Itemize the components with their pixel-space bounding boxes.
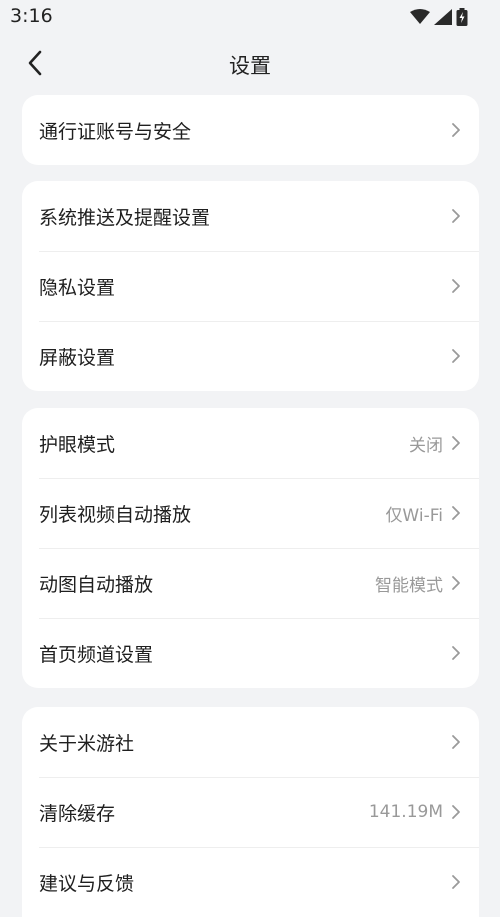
setting-row-feedback[interactable]: 建议与反馈 [22,847,479,917]
setting-row-video-autoplay[interactable]: 列表视频自动播放 仅Wi-Fi [22,478,479,548]
setting-label: 隐私设置 [39,276,116,299]
row-right [449,644,463,662]
settings-group-about: 关于米游社 清除缓存 141.19M 建议与反馈 [22,707,479,917]
setting-row-push-reminders[interactable]: 系统推送及提醒设置 [22,181,479,251]
setting-value: 智能模式 [375,575,443,596]
setting-label: 护眼模式 [39,433,116,456]
nav-bar: 设置 [0,38,500,90]
chevron-right-icon [449,207,463,225]
row-right: 仅Wi-Fi [385,501,463,526]
chevron-right-icon [449,644,463,662]
chevron-right-icon [449,803,463,821]
setting-label: 通行证账号与安全 [39,120,192,143]
row-right [449,277,463,295]
setting-row-privacy[interactable]: 隐私设置 [22,251,479,321]
row-right: 智能模式 [375,571,463,596]
status-bar: 3:16 [0,0,500,34]
setting-row-home-channels[interactable]: 首页频道设置 [22,618,479,688]
row-right: 141.19M [369,802,463,822]
row-right [449,733,463,751]
page-title: 设置 [229,54,271,78]
row-right [449,207,463,225]
row-right [449,873,463,891]
row-right: 关闭 [409,431,463,456]
setting-label: 屏蔽设置 [39,346,116,369]
row-right [449,347,463,365]
status-icons [410,8,468,30]
chevron-right-icon [449,434,463,452]
setting-label: 系统推送及提醒设置 [39,206,211,229]
chevron-right-icon [449,347,463,365]
settings-group-account: 通行证账号与安全 [22,95,479,165]
setting-value: 仅Wi-Fi [385,505,443,526]
chevron-right-icon [449,574,463,592]
chevron-right-icon [449,121,463,139]
wifi-icon [410,9,430,29]
setting-row-eye-care[interactable]: 护眼模式 关闭 [22,408,479,478]
chevron-right-icon [449,504,463,522]
chevron-right-icon [449,277,463,295]
setting-label: 清除缓存 [39,802,116,825]
chevron-right-icon [449,873,463,891]
settings-group-notifications: 系统推送及提醒设置 隐私设置 屏蔽设置 [22,181,479,391]
setting-row-gif-autoplay[interactable]: 动图自动播放 智能模式 [22,548,479,618]
setting-label: 建议与反馈 [39,872,135,895]
setting-value: 关闭 [409,435,443,456]
setting-value: 141.19M [368,802,443,822]
signal-icon [434,9,452,29]
status-time: 3:16 [10,5,53,27]
settings-group-display: 护眼模式 关闭 列表视频自动播放 仅Wi-Fi 动图自动播放 智能模式 首页频道… [22,408,479,688]
battery-charging-icon [456,8,468,30]
setting-row-account-security[interactable]: 通行证账号与安全 [22,95,479,165]
setting-row-block[interactable]: 屏蔽设置 [22,321,479,391]
setting-label: 首页频道设置 [39,643,154,666]
setting-label: 关于米游社 [39,732,135,755]
setting-label: 列表视频自动播放 [39,503,192,526]
setting-row-clear-cache[interactable]: 清除缓存 141.19M [22,777,479,847]
row-right [449,121,463,139]
chevron-right-icon [449,733,463,751]
setting-label: 动图自动播放 [39,573,154,596]
setting-row-about[interactable]: 关于米游社 [22,707,479,777]
